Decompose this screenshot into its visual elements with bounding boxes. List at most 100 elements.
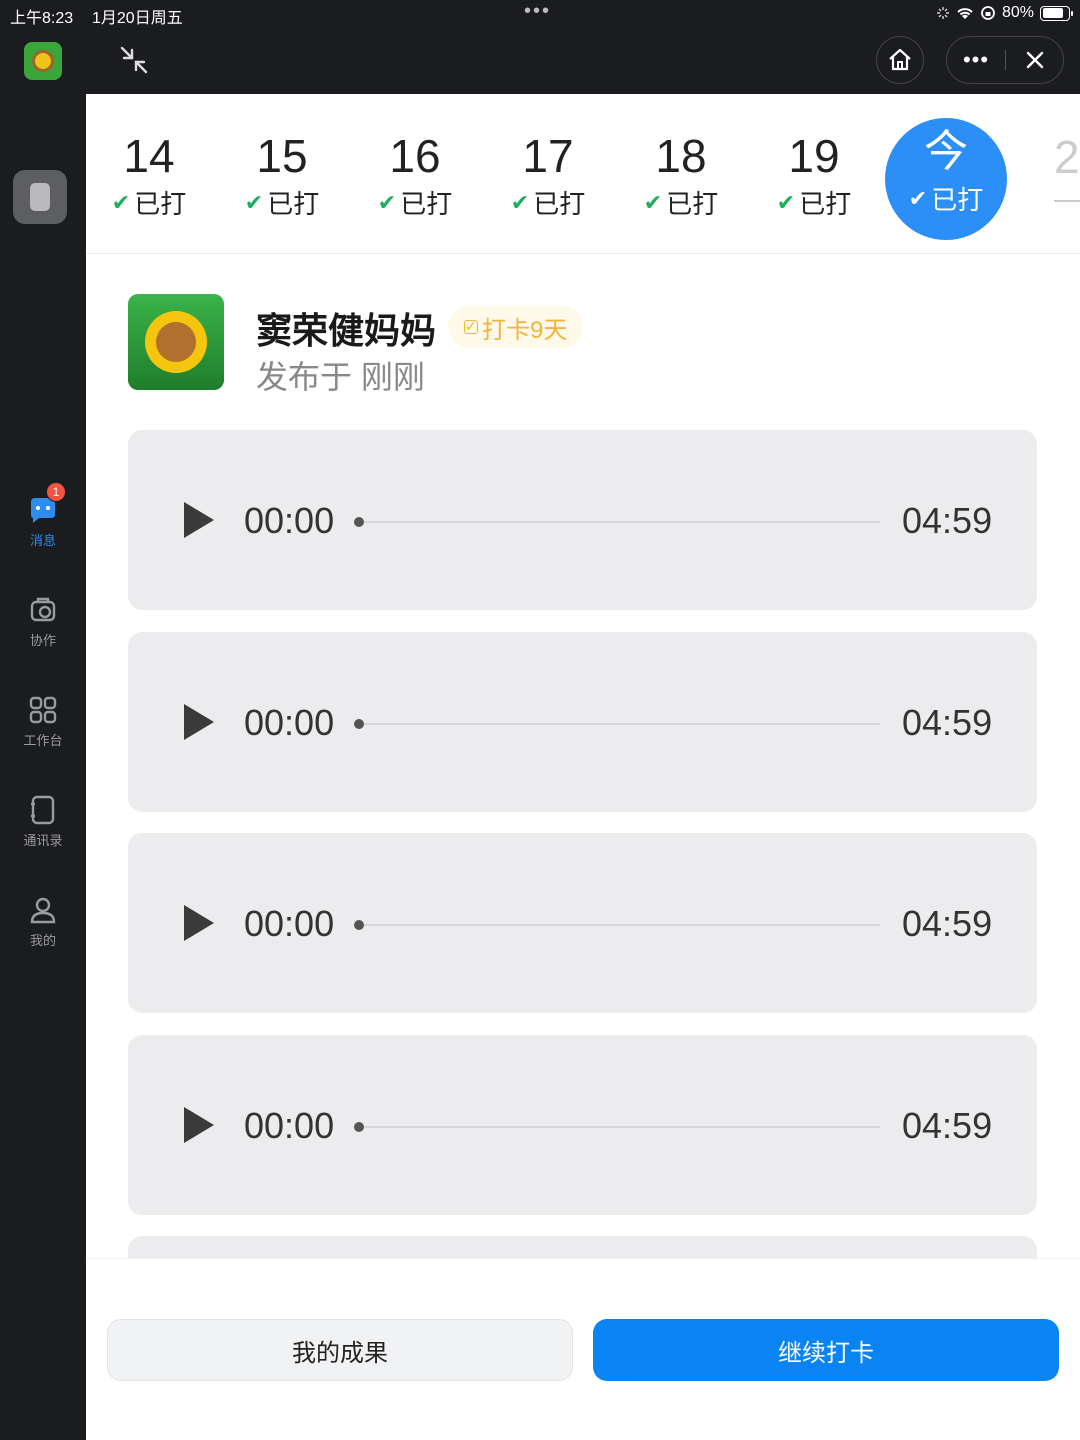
- date-number: 今: [924, 127, 968, 176]
- loading-icon: [936, 7, 949, 19]
- current-time: 00:00: [244, 1105, 335, 1146]
- date-status-label: 已打: [931, 185, 984, 215]
- date-status-label: 已打: [799, 189, 852, 219]
- current-time: 00:00: [244, 903, 335, 944]
- sidebar-item-label: 我的: [29, 933, 56, 948]
- my-results-button[interactable]: 我的成果: [107, 1319, 573, 1381]
- home-button[interactable]: [876, 36, 924, 84]
- sidebar: 1 消息 协作 工作台 通讯录 我的: [0, 28, 86, 1440]
- date-cell-16[interactable]: 16 ✔ 已打: [360, 128, 470, 221]
- progress-handle[interactable]: [354, 719, 364, 729]
- date-status: ✔ 已打: [626, 184, 736, 221]
- duration: 04:59: [902, 702, 993, 743]
- audio-player: 00:00 04:59: [128, 632, 1037, 812]
- progress-handle[interactable]: [354, 517, 364, 527]
- date-cell-14[interactable]: 14 ✔ 已打: [94, 128, 204, 221]
- floating-window-button[interactable]: [13, 170, 67, 224]
- checkbox-icon: ✓: [464, 318, 478, 334]
- date-cell-today[interactable]: 今 ✔ 已打: [885, 118, 1007, 240]
- battery-percent: 80%: [1001, 4, 1034, 21]
- check-icon: ✔: [908, 185, 928, 211]
- username[interactable]: 窦荣健妈妈: [256, 302, 436, 354]
- play-icon[interactable]: [184, 502, 214, 538]
- publish-time: 发布于 刚刚: [256, 359, 425, 395]
- date-number: 16: [389, 130, 441, 182]
- status-date: 1月20日周五: [92, 10, 183, 27]
- date-number: 14: [123, 130, 175, 182]
- date-status-label: 已打: [267, 189, 320, 219]
- date-number: 15: [256, 130, 308, 182]
- app-logo[interactable]: [24, 42, 62, 80]
- check-icon: ✔: [510, 189, 530, 215]
- sidebar-item-label: 协作: [29, 633, 56, 648]
- date-cell-next-partial[interactable]: 2: [1054, 130, 1080, 184]
- audio-player: 00:00 04:59: [128, 833, 1037, 1013]
- progress-track[interactable]: [364, 723, 880, 725]
- play-icon[interactable]: [184, 1107, 214, 1143]
- date-status: ✔ 已打: [227, 184, 337, 221]
- post-header: 窦荣健妈妈 ✓ 打卡9天 发布于 刚刚: [128, 294, 1028, 395]
- checkin-days-label: 打卡9天: [482, 316, 568, 344]
- check-icon: ✔: [244, 189, 264, 215]
- sidebar-item-contacts[interactable]: 通讯录: [0, 794, 86, 864]
- collaboration-icon: [30, 597, 56, 622]
- date-status-label: 已打: [666, 189, 719, 219]
- date-number: 18: [655, 130, 707, 182]
- sidebar-item-collaboration[interactable]: 协作: [0, 594, 86, 664]
- unread-badge: 1: [46, 482, 66, 502]
- date-status: ✔ 已打: [885, 180, 1007, 217]
- date-status: ✔ 已打: [360, 184, 470, 221]
- progress-handle[interactable]: [354, 1122, 364, 1132]
- date-cell-18[interactable]: 18 ✔ 已打: [626, 128, 736, 221]
- date-number: 17: [522, 130, 574, 182]
- collapse-icon[interactable]: [116, 42, 152, 78]
- progress-handle[interactable]: [354, 920, 364, 930]
- progress-track[interactable]: [364, 521, 880, 523]
- close-button[interactable]: [1006, 51, 1063, 69]
- date-status: ✔ 已打: [94, 184, 204, 221]
- rotation-lock-icon: [981, 6, 995, 20]
- date-cell-15[interactable]: 15 ✔ 已打: [227, 128, 337, 221]
- sidebar-item-messages[interactable]: 1 消息: [0, 482, 86, 564]
- battery-icon: [1040, 5, 1073, 21]
- avatar[interactable]: [128, 294, 224, 390]
- sidebar-item-workbench[interactable]: 工作台: [0, 694, 86, 764]
- play-icon[interactable]: [184, 704, 214, 740]
- capsule-menu: •••: [946, 36, 1064, 84]
- date-strip: 14 ✔ 已打 15 ✔ 已打 16 ✔ 已打 17 ✔ 已打 18 ✔ 已打 19 ✔ 已…: [86, 94, 1080, 254]
- continue-checkin-button[interactable]: 继续打卡: [593, 1319, 1059, 1381]
- duration: 04:59: [902, 1105, 993, 1146]
- bottom-action-bar: 我的成果 继续打卡: [86, 1258, 1080, 1440]
- date-cell-17[interactable]: 17 ✔ 已打: [493, 128, 603, 221]
- check-icon: ✔: [111, 189, 131, 215]
- duration: 04:59: [902, 500, 993, 541]
- screen: 上午8:23 1月20日周五 ••• 80% 1 消息 协作 工作台 通讯录 我…: [0, 0, 1080, 1440]
- play-icon[interactable]: [184, 905, 214, 941]
- wifi-icon: [957, 8, 973, 19]
- date-status: ✔ 已打: [493, 184, 603, 221]
- home-icon: [889, 48, 911, 71]
- sidebar-item-label: 消息: [29, 533, 56, 548]
- contacts-icon: [31, 795, 55, 825]
- date-status-label: 已打: [400, 189, 453, 219]
- mini-program-topbar: •••: [86, 28, 1080, 94]
- date-cell-19[interactable]: 19 ✔ 已打: [759, 128, 869, 221]
- status-time: 上午8:23: [10, 10, 74, 27]
- multitask-dots[interactable]: •••: [524, 0, 551, 23]
- more-button[interactable]: •••: [947, 38, 1005, 82]
- sidebar-item-me[interactable]: 我的: [0, 894, 86, 964]
- checkin-days-badge: ✓ 打卡9天: [448, 306, 584, 348]
- audio-player: 00:00 04:59: [128, 1035, 1037, 1215]
- progress-track[interactable]: [364, 924, 880, 926]
- progress-track[interactable]: [364, 1126, 880, 1128]
- date-cell-next-underline: [1054, 200, 1080, 202]
- date-status-label: 已打: [533, 189, 586, 219]
- date-number: 19: [788, 130, 840, 182]
- sidebar-item-label: 工作台: [23, 733, 63, 748]
- main-content: 14 ✔ 已打 15 ✔ 已打 16 ✔ 已打 17 ✔ 已打 18 ✔ 已打 19 ✔ 已…: [86, 94, 1080, 1440]
- sidebar-item-label: 通讯录: [23, 833, 63, 848]
- current-time: 00:00: [244, 500, 335, 541]
- check-icon: ✔: [643, 189, 663, 215]
- profile-icon: [30, 897, 56, 924]
- status-right: 80%: [936, 4, 1073, 22]
